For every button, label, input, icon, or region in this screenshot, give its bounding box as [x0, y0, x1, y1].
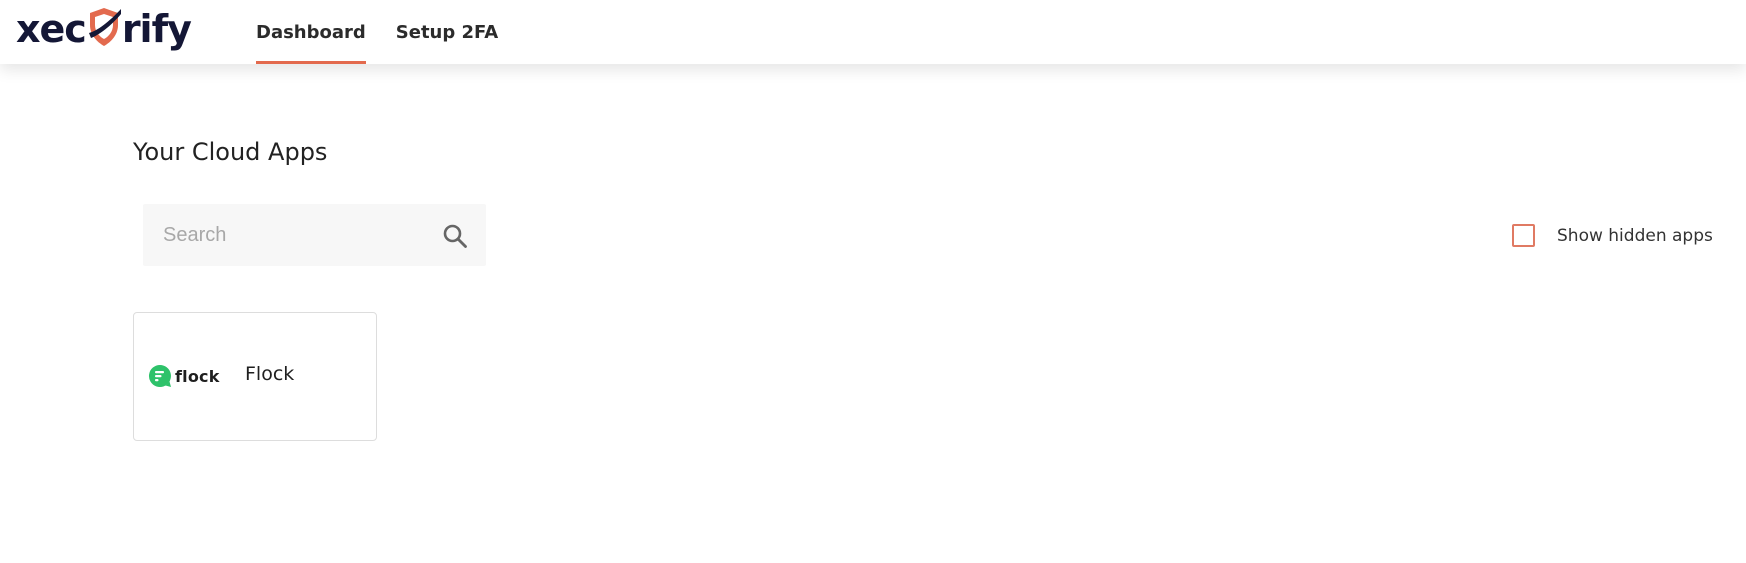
app-name: Flock	[245, 363, 295, 385]
app-card-flock[interactable]: flock Flock	[133, 312, 377, 441]
show-hidden-apps-toggle[interactable]: Show hidden apps	[1512, 224, 1713, 247]
tab-dashboard-label: Dashboard	[256, 21, 366, 43]
shield-icon	[88, 8, 121, 46]
search-input[interactable]	[143, 214, 435, 256]
flock-logo-icon	[148, 364, 171, 387]
logo-text-suffix: rify	[121, 7, 192, 51]
tab-setup-2fa[interactable]: Setup 2FA	[396, 0, 498, 64]
page-title: Your Cloud Apps	[133, 138, 328, 166]
tab-setup-2fa-label: Setup 2FA	[395, 21, 499, 43]
top-navigation-bar: xec rify Dashboard Setup 2FA	[0, 0, 1746, 64]
flock-logo: flock	[148, 364, 220, 388]
search-icon[interactable]	[442, 223, 468, 249]
flock-logo-text: flock	[175, 366, 220, 386]
main-nav: Dashboard Setup 2FA	[256, 0, 528, 64]
show-hidden-apps-checkbox[interactable]	[1512, 224, 1535, 247]
logo-text-prefix: xec	[16, 7, 87, 51]
search-box	[143, 204, 486, 266]
show-hidden-apps-label: Show hidden apps	[1557, 225, 1713, 246]
xecurify-logo[interactable]: xec rify	[16, 2, 192, 56]
tab-dashboard[interactable]: Dashboard	[256, 0, 366, 64]
